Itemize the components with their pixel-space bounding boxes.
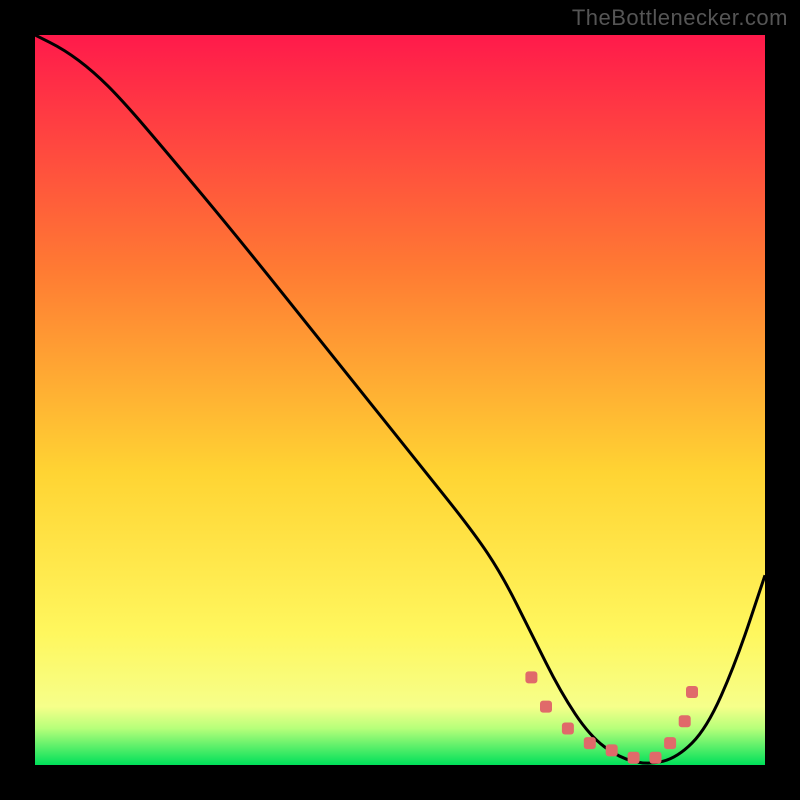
chart-svg <box>35 35 765 765</box>
plot-area <box>35 35 765 765</box>
highlight-marker <box>628 752 640 764</box>
highlight-marker <box>540 701 552 713</box>
watermark-text: TheBottlenecker.com <box>572 5 788 31</box>
highlight-marker <box>664 737 676 749</box>
highlight-marker <box>562 723 574 735</box>
highlight-marker <box>584 737 596 749</box>
highlight-marker <box>686 686 698 698</box>
highlight-marker <box>606 744 618 756</box>
highlight-marker <box>650 752 662 764</box>
chart-frame: TheBottlenecker.com <box>0 0 800 800</box>
gradient-background <box>35 35 765 765</box>
highlight-marker <box>679 715 691 727</box>
highlight-marker <box>525 671 537 683</box>
